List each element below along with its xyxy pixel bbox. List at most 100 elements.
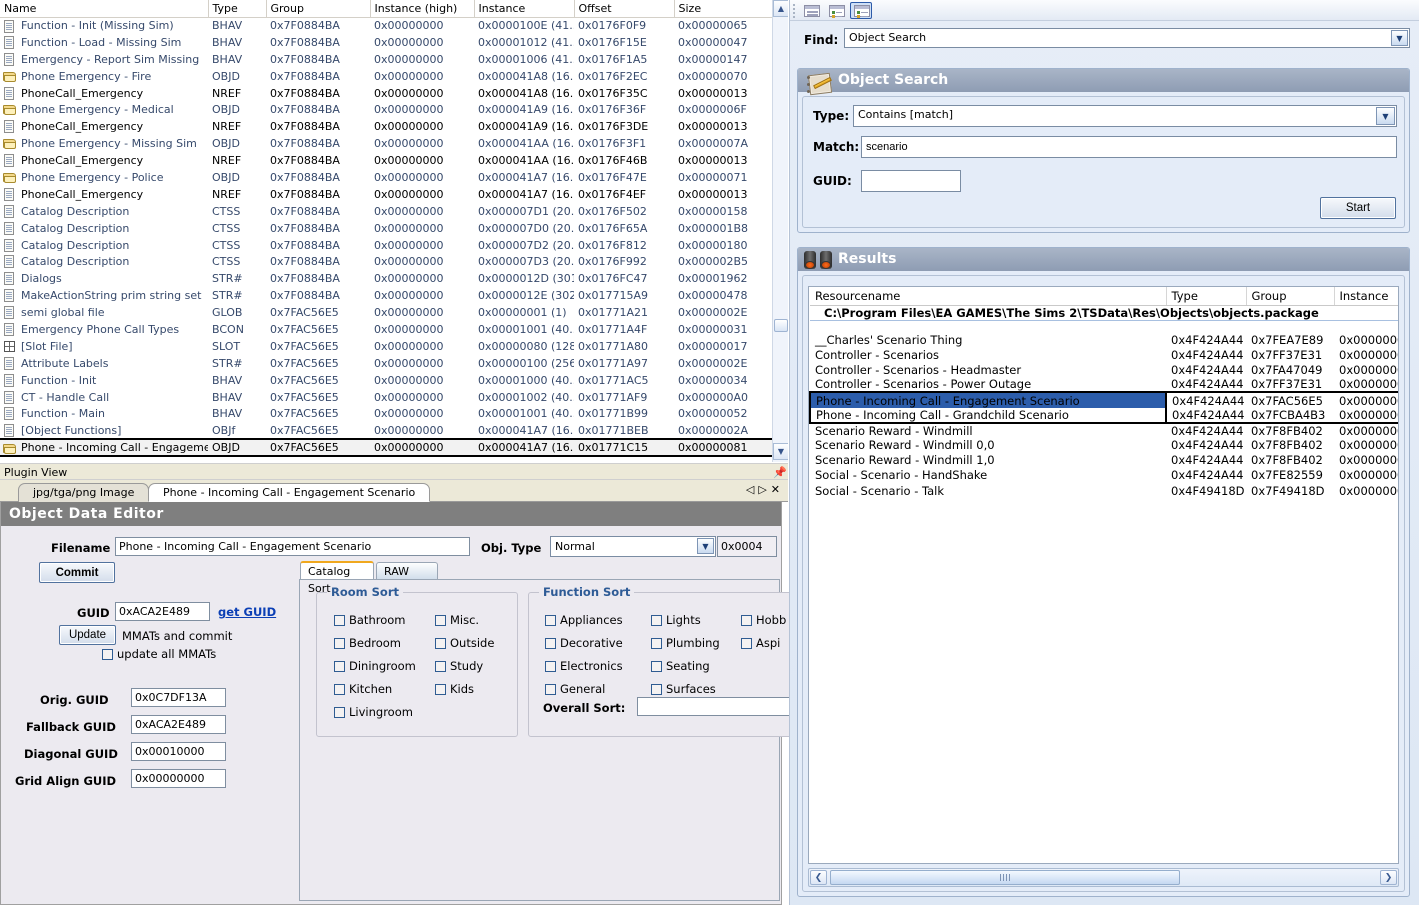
room-sort-checkbox-outside[interactable]: Outside [435,636,494,650]
results-row[interactable]: __Charles' Scenario Thing 0x4F424A44 0x7FE… [810,332,1398,347]
function-sort-checkbox-plumbing[interactable]: Plumbing [651,636,720,650]
diagonal-guid-input[interactable] [131,742,226,761]
scroll-right-icon[interactable]: ❯ [1380,870,1397,885]
table-row[interactable]: Phone - Incoming Call - Engagemen... OBJD… [0,438,772,458]
scrollbar-thumb[interactable] [774,319,788,332]
toolbar-grip-handle[interactable] [793,4,796,18]
tab-raw-data[interactable]: RAW Data [376,562,438,595]
results-row[interactable]: Phone - Incoming Call - Grandchild Scena… [809,407,1398,424]
chevron-down-icon[interactable]: ▼ [1376,107,1395,125]
results-column-group[interactable]: Group [1246,287,1335,306]
table-row[interactable]: [Slot File] SLOT 0x7FAC56E5 0x00000000 0x000… [0,338,772,355]
tab-catalog-sort[interactable]: Catalog Sort [300,561,374,595]
results-table-container[interactable]: Resourcename Type Group Instance C:\Prog… [808,286,1399,864]
list-view-icon[interactable] [800,2,822,19]
orig-guid-input[interactable] [131,688,226,707]
grid-align-guid-input[interactable] [131,769,226,788]
results-row[interactable]: Scenario Reward - Windmill 1,0 0x4F424A44… [810,453,1398,468]
results-column-resourcename[interactable]: Resourcename [810,287,1167,306]
table-row[interactable]: semi global file GLOB 0x7FAC56E5 0x00000000… [0,304,772,321]
room-sort-checkbox-study[interactable]: Study [435,659,494,673]
tile-view-icon[interactable] [850,2,872,19]
find-combobox[interactable]: Object Search ▼ [844,28,1410,48]
table-row[interactable]: Emergency Phone Call Types BCON 0x7FAC56E5… [0,321,772,338]
table-row[interactable]: [Object Functions] OBJf 0x7FAC56E5 0x000000… [0,422,772,439]
results-row[interactable]: Social - Scenario - Talk 0x4F49418D 0x7F49… [810,483,1398,498]
results-column-instance[interactable]: Instance [1334,287,1398,306]
function-sort-checkbox-surfaces[interactable]: Surfaces [651,682,720,696]
guid-input[interactable] [115,602,210,621]
column-header-offset[interactable]: Offset [574,0,675,18]
function-sort-checkbox-general[interactable]: General [545,682,623,696]
commit-button[interactable]: Commit [39,562,115,583]
table-row[interactable]: Phone Emergency - Police OBJD 0x7F0884BA 0x… [0,169,772,186]
results-horizontal-scrollbar[interactable]: ❮ ❯ [808,868,1399,887]
table-row[interactable]: Catalog Description CTSS 0x7F0884BA 0x00000… [0,237,772,254]
update-button[interactable]: Update [59,625,116,645]
function-sort-checkbox-lights[interactable]: Lights [651,613,720,627]
table-row[interactable]: PhoneCall_Emergency NREF 0x7F0884BA 0x00000… [0,118,772,135]
column-header-type[interactable]: Type [208,0,267,18]
table-row[interactable]: Function - Load - Missing Sim BHAV 0x7F088… [0,34,772,51]
results-row[interactable]: Scenario Reward - Windmill 0x4F424A44 0x7F… [810,423,1398,438]
room-sort-checkbox-livingroom[interactable]: Livingroom [334,705,416,719]
resource-list-vertical-scrollbar[interactable]: ▲ ▼ [772,0,788,462]
column-header-size[interactable]: Size [674,0,773,18]
room-sort-checkbox-bedroom[interactable]: Bedroom [334,636,416,650]
results-row[interactable]: Controller - Scenarios 0x4F424A44 0x7FF37E… [810,347,1398,362]
tab-next-icon[interactable]: ▷ [758,483,770,496]
results-row[interactable]: Controller - Scenarios - Headmaster 0x4F4… [810,362,1398,377]
search-match-input[interactable] [861,136,1397,158]
hscrollbar-thumb[interactable] [830,870,1180,885]
resource-list[interactable]: Name Type Group Instance (high) Instance… [0,0,788,462]
results-row[interactable]: Controller - Scenarios - Power Outage 0x4… [810,377,1398,392]
search-guid-input[interactable] [861,170,961,192]
tab-jpg-tga-png-image[interactable]: jpg/tga/png Image [18,483,150,502]
table-row[interactable]: Phone Emergency - Medical OBJD 0x7F0884BA 0… [0,101,772,118]
room-sort-checkbox-kids[interactable]: Kids [435,682,494,696]
function-sort-checkbox-appliances[interactable]: Appliances [545,613,623,627]
function-sort-checkbox-aspi[interactable]: Aspi [741,636,786,650]
table-row[interactable]: PhoneCall_Emergency NREF 0x7F0884BA 0x00000… [0,152,772,169]
table-row[interactable]: Dialogs STR# 0x7F0884BA 0x00000000 0x0000012… [0,270,772,287]
scroll-left-icon[interactable]: ❮ [810,870,827,885]
table-row[interactable]: Emergency - Report Sim Missing BHAV 0x7F08… [0,51,772,68]
search-type-combobox[interactable]: Contains [match] ▼ [853,105,1397,127]
details-view-icon[interactable] [825,2,847,19]
table-row[interactable]: CT - Handle Call BHAV 0x7FAC56E5 0x00000000… [0,389,772,406]
function-sort-checkbox-decorative[interactable]: Decorative [545,636,623,650]
results-row[interactable]: Scenario Reward - Windmill 0,0 0x4F424A44… [810,438,1398,453]
function-sort-checkbox-electronics[interactable]: Electronics [545,659,623,673]
column-header-instance-high[interactable]: Instance (high) [370,0,475,18]
table-row[interactable]: Function - Init BHAV 0x7FAC56E5 0x00000000 0… [0,372,772,389]
table-row[interactable]: Function - Main BHAV 0x7FAC56E5 0x00000000 0… [0,405,772,422]
fallback-guid-input[interactable] [131,715,226,734]
get-guid-link[interactable]: get GUID [218,605,276,619]
tab-phone-incoming-call-engagement-scenario[interactable]: Phone - Incoming Call - Engagement Scena… [148,483,431,502]
room-sort-checkbox-kitchen[interactable]: Kitchen [334,682,416,696]
column-header-group[interactable]: Group [266,0,371,18]
results-row[interactable]: Phone - Incoming Call - Engagement Scena… [809,391,1398,408]
column-header-instance[interactable]: Instance [474,0,575,18]
table-row[interactable]: PhoneCall_Emergency NREF 0x7F0884BA 0x00000… [0,186,772,203]
start-search-button[interactable]: Start [1320,197,1396,219]
table-row[interactable]: Catalog Description CTSS 0x7F0884BA 0x00000… [0,220,772,237]
column-header-name[interactable]: Name [0,0,209,18]
table-row[interactable]: PhoneCall_Emergency NREF 0x7F0884BA 0x00000… [0,85,772,102]
pin-icon[interactable]: 📌 [773,467,787,478]
chevron-down-icon[interactable]: ▼ [697,538,714,554]
table-row[interactable]: Catalog Description CTSS 0x7F0884BA 0x00000… [0,203,772,220]
update-all-mmats-checkbox[interactable]: update all MMATs [102,647,216,661]
tab-prev-icon[interactable]: ◁ [746,483,758,496]
table-row[interactable]: Attribute Labels STR# 0x7FAC56E5 0x00000000… [0,355,772,372]
objtype-combobox[interactable]: Normal ▼ [550,536,716,557]
results-column-type[interactable]: Type [1166,287,1247,306]
table-row[interactable]: Phone Emergency - Fire OBJD 0x7F0884BA 0x00… [0,68,772,85]
table-row[interactable]: Catalog Description CTSS 0x7F0884BA 0x00000… [0,253,772,270]
scroll-down-icon[interactable]: ▼ [773,443,788,460]
room-sort-checkbox-bathroom[interactable]: Bathroom [334,613,416,627]
table-row[interactable]: MakeActionString prim string set STR# 0x7F… [0,287,772,304]
function-sort-checkbox-hobb[interactable]: Hobb [741,613,786,627]
results-row[interactable]: Social - Scenario - HandShake 0x4F424A44 0… [810,468,1398,483]
scroll-up-icon[interactable]: ▲ [773,0,788,17]
